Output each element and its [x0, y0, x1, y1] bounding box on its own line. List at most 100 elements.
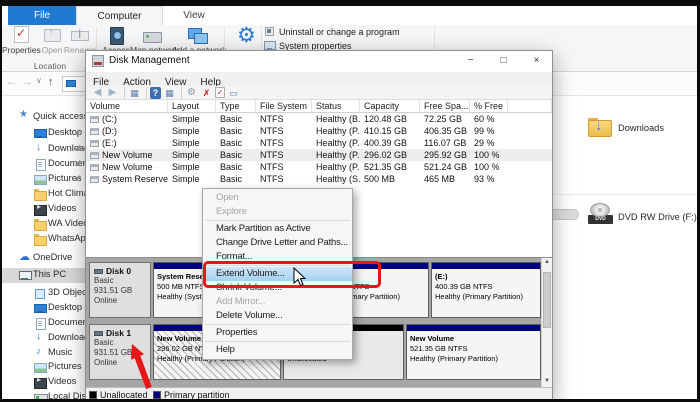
- context-menu-item-properties[interactable]: Properties: [203, 326, 352, 340]
- recent-locations-nav-button[interactable]: ∨: [36, 76, 42, 85]
- volume-row-system-reserved[interactable]: System Reserved Simple Basic NTFS Healthy (S…: [86, 173, 552, 185]
- tab-computer[interactable]: Computer: [76, 6, 163, 25]
- console-tree-toolbar-icon[interactable]: ▦: [128, 87, 141, 99]
- document-icon: [34, 159, 46, 171]
- context-menu-item-mark-partition-as-active[interactable]: Mark Partition as Active: [203, 222, 352, 236]
- cell-free_space: 465 MB: [424, 174, 456, 184]
- open-button[interactable]: Open: [39, 26, 65, 58]
- context-menu-item-explore[interactable]: Explore: [203, 205, 352, 219]
- cell-capacity: 521.35 GB: [364, 162, 408, 172]
- sidebar-item-label: OneDrive: [33, 252, 73, 262]
- view-panel-toolbar-icon[interactable]: ▭: [227, 87, 240, 99]
- scroll-up-icon[interactable]: ▲: [542, 259, 552, 265]
- folder-icon: [34, 189, 47, 201]
- cell-free_space: 521.24 GB: [424, 162, 468, 172]
- sidebar-item-videos[interactable]: Videos: [2, 375, 85, 390]
- sidebar-item-whatsapp-imag[interactable]: WhatsApp Imag: [2, 232, 114, 247]
- tab-file[interactable]: File: [8, 6, 76, 25]
- cell-capacity: 120.48 GB: [364, 114, 408, 124]
- column-header-free-spa[interactable]: Free Spa...: [420, 100, 470, 113]
- partition-e[interactable]: (E:) 400.39 GB NTFS Healthy (Primary Parti…: [431, 262, 541, 318]
- context-menu-item-open[interactable]: Open: [203, 191, 352, 205]
- context-menu-item-add-mirror[interactable]: Add Mirror...: [203, 295, 352, 309]
- cell-fs: NTFS: [260, 150, 284, 160]
- cell-layout: Simple: [172, 126, 200, 136]
- dvd-drive-item-label[interactable]: DVD RW Drive (F:): [618, 212, 697, 222]
- sidebar-item-onedrive[interactable]: OneDrive: [2, 250, 85, 266]
- scroll-thumb[interactable]: [543, 272, 551, 328]
- sidebar-item-desktop[interactable]: Desktop: [2, 301, 85, 316]
- volume-row-c[interactable]: (C:) Simple Basic NTFS Healthy (B... 120.48 G…: [86, 113, 552, 125]
- column-header-type[interactable]: Type: [216, 100, 256, 113]
- column-header-free[interactable]: % Free: [470, 100, 508, 113]
- unallocated-legend-swatch: [89, 391, 97, 399]
- cell-pct_free: 100 %: [474, 162, 500, 172]
- forward-nav-button[interactable]: →: [22, 76, 33, 88]
- dvd-drive-icon[interactable]: [588, 203, 614, 225]
- sidebar-item-pictures[interactable]: Pictures: [2, 360, 85, 375]
- volume-row-new-volume[interactable]: New Volume Simple Basic NTFS Healthy (P... 29…: [86, 149, 552, 161]
- sidebar-item-wa-videos[interactable]: WA Videos: [2, 217, 93, 232]
- tools-toolbar-icon[interactable]: ⚙: [185, 87, 198, 99]
- context-menu-item-help[interactable]: Help: [203, 343, 352, 357]
- sidebar-item-hot-climates[interactable]: Hot Climates: [2, 187, 101, 202]
- sidebar-item-documents[interactable]: Documents: [2, 316, 95, 331]
- context-menu-item-change-drive-letter-and-paths[interactable]: Change Drive Letter and Paths...: [203, 236, 352, 250]
- delete-volume-toolbar-icon[interactable]: ✗: [200, 87, 213, 99]
- context-menu-item-delete-volume[interactable]: Delete Volume...: [203, 309, 352, 323]
- volume-icon: [90, 176, 99, 183]
- up-nav-button[interactable]: ↑: [48, 76, 54, 88]
- volume-row-d[interactable]: (D:) Simple Basic NTFS Healthy (P... 410.15 G…: [86, 125, 552, 137]
- column-header-volume[interactable]: Volume: [86, 100, 168, 113]
- forward-toolbar-icon[interactable]: ▶: [106, 87, 119, 99]
- downloads-folder-icon[interactable]: ↓: [588, 116, 613, 138]
- sidebar-item-desktop[interactable]: Desktop: [2, 126, 85, 141]
- sidebar-item-pictures[interactable]: Pictures: [2, 172, 85, 187]
- cell-type: Basic: [220, 138, 243, 148]
- picture-icon: [34, 174, 47, 185]
- sidebar-item-3d-objects[interactable]: 3D Objects: [2, 286, 94, 301]
- disk-pane-scrollbar[interactable]: ▲ ▼: [541, 258, 552, 387]
- cell-layout: Simple: [172, 114, 200, 124]
- disk-management-menubar: File Action View Help: [86, 72, 552, 88]
- sidebar-item-quick-access[interactable]: Quick access: [2, 109, 88, 125]
- show-panes-toolbar-icon[interactable]: ▦: [163, 87, 176, 99]
- column-header-status[interactable]: Status: [312, 100, 360, 113]
- close-button[interactable]: ×: [520, 51, 553, 72]
- sidebar-item-label: Videos: [48, 203, 77, 213]
- volume-icon: [90, 128, 99, 135]
- sidebar-item-videos[interactable]: Videos: [2, 202, 85, 217]
- sidebar-item-music[interactable]: Music: [2, 346, 85, 361]
- properties-button[interactable]: Properties: [2, 26, 41, 58]
- menu-separator: [205, 341, 350, 342]
- set-active-toolbar-icon[interactable]: ✓: [215, 87, 225, 98]
- maximize-button[interactable]: □: [487, 51, 520, 72]
- help-toolbar-icon[interactable]: ?: [150, 86, 161, 99]
- toolbar-separator: [124, 86, 125, 99]
- column-header-layout[interactable]: Layout: [168, 100, 216, 113]
- downloads-item-label[interactable]: Downloads: [618, 123, 664, 133]
- sidebar-item-downloads[interactable]: Downloads: [2, 331, 94, 346]
- menu-separator: [205, 220, 350, 221]
- scroll-down-icon[interactable]: ▼: [542, 378, 552, 384]
- volume-row-new-volume[interactable]: New Volume Simple Basic NTFS Healthy (P... 52…: [86, 161, 552, 173]
- column-header-file-system[interactable]: File System: [256, 100, 312, 113]
- explorer-sidebar: Quick accessDesktopDownloadsDocumentsPic…: [2, 96, 114, 402]
- volume-icon: [90, 140, 99, 147]
- back-nav-button[interactable]: ←: [6, 76, 17, 88]
- partition-new-volume[interactable]: New Volume 521.35 GB NTFS Healthy (Primary…: [406, 324, 541, 380]
- pin-icon: [74, 160, 82, 168]
- cell-layout: Simple: [172, 174, 200, 184]
- minimize-button[interactable]: −: [454, 51, 487, 72]
- disk-label-disk-0[interactable]: Disk 0 Basic 931.51 GB Online: [89, 262, 151, 318]
- sidebar-item-downloads[interactable]: Downloads: [2, 142, 94, 157]
- cell-fs: NTFS: [260, 174, 284, 184]
- sidebar-item-documents[interactable]: Documents: [2, 157, 95, 172]
- tab-view[interactable]: View: [163, 6, 225, 25]
- cell-type: Basic: [220, 174, 243, 184]
- column-header-capacity[interactable]: Capacity: [360, 100, 420, 113]
- volume-row-e[interactable]: (E:) Simple Basic NTFS Healthy (P... 400.39 G…: [86, 137, 552, 149]
- uninstall-or-change-a-program-button[interactable]: Uninstall or change a program: [264, 26, 400, 39]
- sidebar-item-this-pc[interactable]: This PC: [2, 268, 85, 283]
- back-toolbar-icon[interactable]: ◀: [91, 87, 104, 99]
